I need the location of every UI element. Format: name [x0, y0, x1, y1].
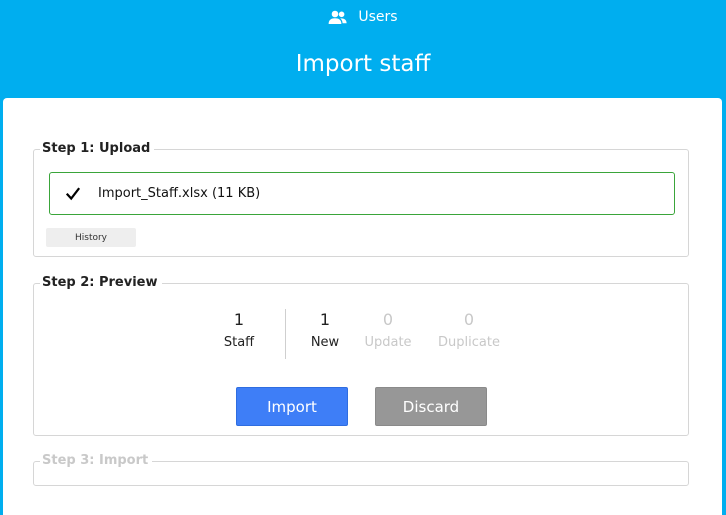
stat-staff-value: 1: [233, 310, 245, 329]
uploaded-file-box: Import_Staff.xlsx (11 KB): [49, 172, 675, 215]
step-upload-section: Step 1: Upload Import_Staff.xlsx (11 KB)…: [33, 140, 689, 257]
discard-button[interactable]: Discard: [375, 387, 487, 426]
page-title: Import staff: [295, 51, 431, 77]
import-button[interactable]: Import: [236, 387, 348, 426]
step-preview-section: Step 2: Preview 1 Staff 1 New 0 Update 0…: [33, 274, 690, 436]
stat-update-label: Update: [364, 335, 412, 350]
preview-stats: 1 Staff 1 New 0 Update 0 Duplicate: [34, 309, 690, 364]
stat-staff-label: Staff: [223, 335, 255, 350]
main-panel: Step 1: Upload Import_Staff.xlsx (11 KB)…: [3, 98, 722, 515]
step-import-legend: Step 3: Import: [40, 452, 153, 470]
stat-duplicate: 0 Duplicate: [429, 309, 509, 352]
history-button[interactable]: History: [46, 228, 136, 247]
uploaded-file-name: Import_Staff.xlsx (11 KB): [98, 186, 261, 201]
users-icon: [328, 10, 348, 25]
stat-update: 0 Update: [348, 309, 428, 352]
stat-staff: 1 Staff: [199, 309, 279, 352]
check-icon: [66, 186, 84, 201]
step-import-section: Step 3: Import: [33, 452, 689, 486]
stat-update-value: 0: [382, 310, 394, 329]
stat-duplicate-value: 0: [463, 310, 475, 329]
step-preview-legend: Step 2: Preview: [40, 274, 162, 292]
app-header: Users Import staff: [0, 0, 726, 92]
step-upload-legend: Step 1: Upload: [40, 140, 155, 158]
stat-duplicate-label: Duplicate: [438, 335, 500, 350]
nav-users-label: Users: [358, 9, 398, 25]
nav-users-link[interactable]: Users: [0, 7, 726, 27]
